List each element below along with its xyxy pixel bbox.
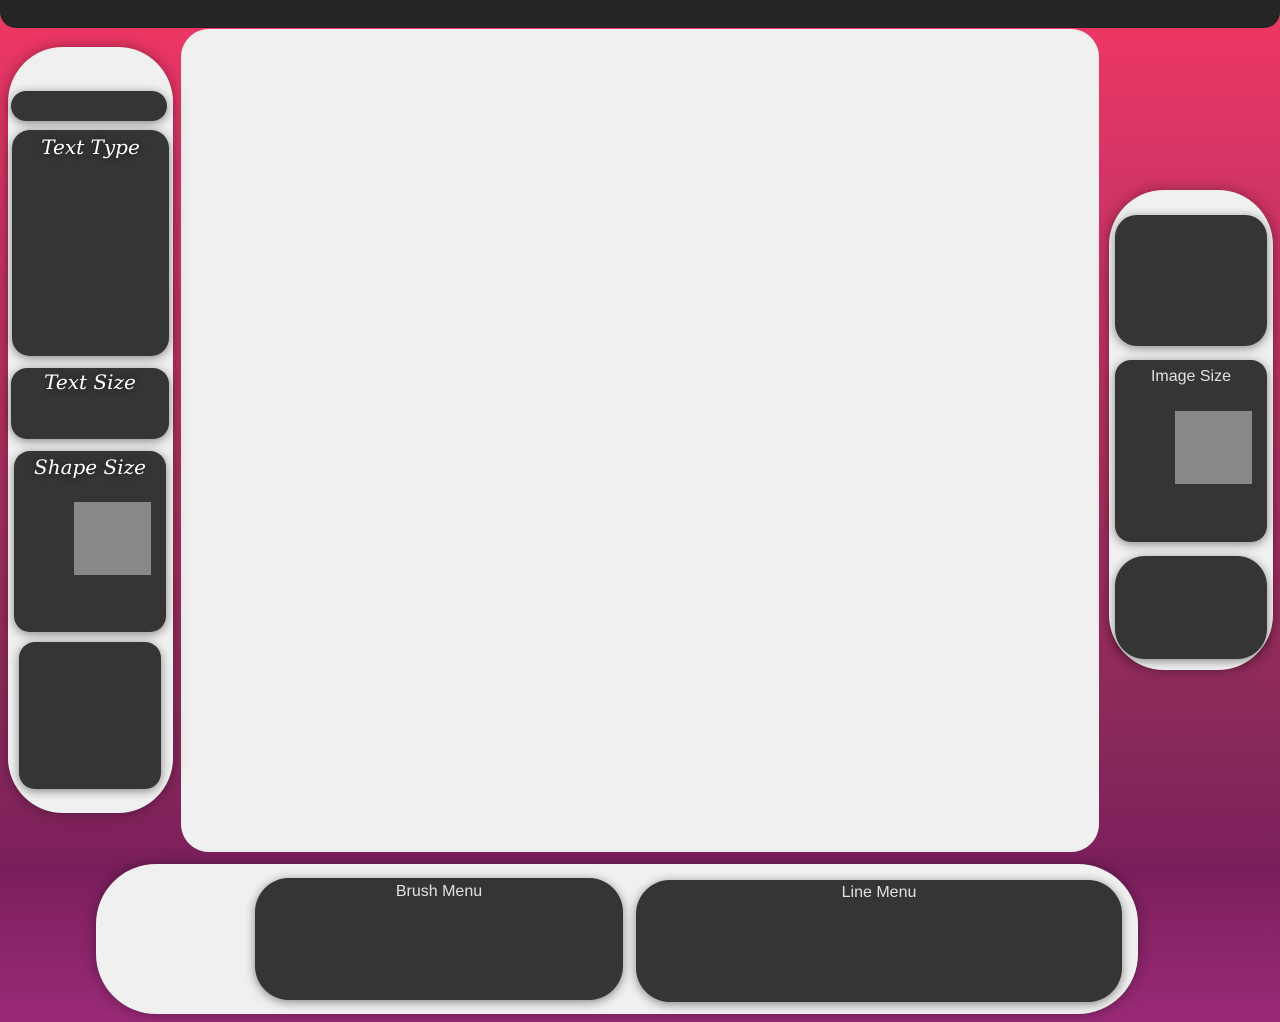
shape-size-menu[interactable]: Shape Size <box>14 451 166 632</box>
left-bottom-menu[interactable] <box>19 642 161 789</box>
image-size-label: Image Size <box>1150 368 1232 385</box>
text-type-label: Text Type <box>41 135 140 159</box>
right-bottom-menu[interactable] <box>1115 556 1267 659</box>
left-top-bar-button[interactable] <box>11 91 167 121</box>
shape-size-label: Shape Size <box>34 455 146 479</box>
text-size-menu[interactable]: Text Size <box>11 368 169 439</box>
bottom-tool-panel: Brush Menu Line Menu <box>96 864 1138 1014</box>
top-bar <box>0 0 1280 28</box>
brush-menu-label: Brush Menu <box>395 883 483 900</box>
text-size-label: Text Size <box>44 370 136 394</box>
line-menu[interactable]: Line Menu <box>636 880 1122 1002</box>
line-menu-label: Line Menu <box>841 884 917 901</box>
right-tool-panel: Image Size <box>1109 190 1273 670</box>
left-tool-panel: Text Type Text Size Shape Size <box>8 47 173 813</box>
image-size-menu[interactable]: Image Size <box>1115 360 1267 542</box>
image-size-preview <box>1175 411 1252 484</box>
right-top-menu[interactable] <box>1115 215 1267 346</box>
shape-size-preview <box>74 502 151 575</box>
brush-menu[interactable]: Brush Menu <box>255 878 623 1000</box>
drawing-canvas[interactable] <box>181 29 1099 852</box>
text-type-menu[interactable]: Text Type <box>12 130 169 356</box>
